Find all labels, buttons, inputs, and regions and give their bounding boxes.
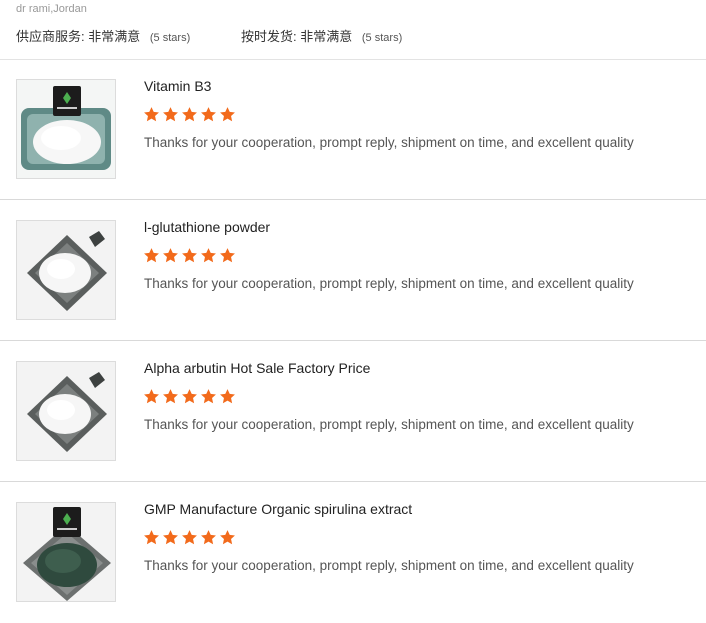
review-comment: Thanks for your cooperation, prompt repl… [144, 558, 634, 573]
on-time-shipping-value: 非常满意 [300, 29, 353, 44]
supplier-service-rating: 供应商服务: 非常满意 (5 stars) [16, 26, 190, 45]
star-icon [201, 530, 216, 545]
star-icon [182, 107, 197, 122]
on-time-shipping-stars-text: (5 stars) [361, 32, 403, 44]
rating-stars [143, 388, 236, 406]
star-icon [144, 389, 159, 404]
review-item: Vitamin B3 Thanks for your cooperation, … [0, 59, 706, 200]
star-icon [163, 389, 178, 404]
star-icon [163, 248, 178, 263]
star-icon [220, 107, 235, 122]
product-title[interactable]: GMP Manufacture Organic spirulina extrac… [144, 501, 412, 517]
star-icon [144, 107, 159, 122]
product-image-alpha-arbutin[interactable] [16, 361, 116, 461]
supplier-service-value: 非常满意 [88, 29, 141, 44]
supplier-service-stars-text: (5 stars) [149, 32, 191, 44]
product-image-l-glutathione[interactable] [16, 220, 116, 320]
product-image-spirulina-extract[interactable] [16, 502, 116, 602]
star-icon [220, 530, 235, 545]
star-icon [182, 389, 197, 404]
review-item: Alpha arbutin Hot Sale Factory Price Tha… [0, 341, 706, 482]
rating-stars [143, 106, 236, 124]
rating-stars [143, 529, 236, 547]
star-icon [182, 530, 197, 545]
product-title[interactable]: Alpha arbutin Hot Sale Factory Price [144, 360, 370, 376]
review-comment: Thanks for your cooperation, prompt repl… [144, 276, 634, 291]
product-image-vitamin-b3[interactable] [16, 79, 116, 179]
review-comment: Thanks for your cooperation, prompt repl… [144, 135, 634, 150]
review-comment: Thanks for your cooperation, prompt repl… [144, 417, 634, 432]
star-icon [220, 389, 235, 404]
star-icon [144, 530, 159, 545]
rating-stars [143, 247, 236, 265]
star-icon [163, 107, 178, 122]
supplier-service-label: 供应商服务: [16, 29, 85, 44]
star-icon [163, 530, 178, 545]
star-icon [201, 389, 216, 404]
star-icon [182, 248, 197, 263]
on-time-shipping-label: 按时发货: [241, 29, 297, 44]
review-item: l-glutathione powder Thanks for your coo… [0, 200, 706, 341]
on-time-shipping-rating: 按时发货: 非常满意 (5 stars) [241, 26, 402, 45]
product-title[interactable]: l-glutathione powder [144, 219, 270, 235]
review-item: GMP Manufacture Organic spirulina extrac… [0, 482, 706, 623]
star-icon [201, 248, 216, 263]
reviewer-name: dr rami,Jordan [16, 3, 87, 15]
star-icon [201, 107, 216, 122]
star-icon [144, 248, 159, 263]
product-title[interactable]: Vitamin B3 [144, 78, 211, 94]
star-icon [220, 248, 235, 263]
review-header: dr rami,Jordan 供应商服务: 非常满意 (5 stars) 按时发… [0, 0, 706, 60]
